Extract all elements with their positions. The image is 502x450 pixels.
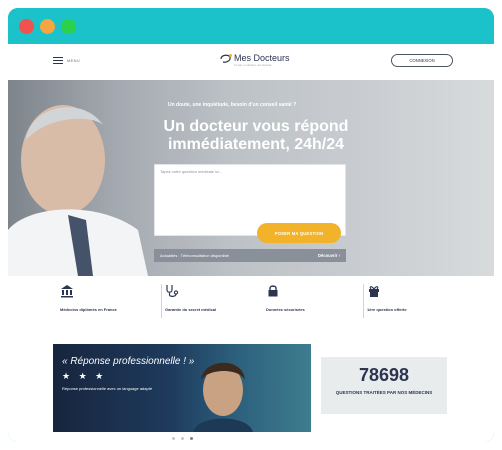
menu-label: MENU (67, 58, 80, 63)
divider (363, 284, 364, 318)
carousel-indicators (172, 437, 193, 440)
question-placeholder: Tapez votre question médicale ici... (160, 169, 223, 174)
lock-icon (268, 285, 278, 297)
testimonial-banner[interactable]: « Réponse professionnelle ! » ★ ★ ★ Répo… (53, 344, 311, 432)
gift-icon (369, 286, 379, 297)
hamburger-icon (53, 57, 63, 64)
divider (161, 284, 162, 318)
hero-question: Un doute, une inquiétude, besoin d'un co… (168, 102, 297, 108)
maximize-window-button[interactable] (61, 19, 76, 34)
carousel-dot-active[interactable] (190, 437, 193, 440)
bank-icon (61, 285, 73, 298)
feature-label: 1ère question offerte (367, 307, 407, 312)
site-logo[interactable]: Mes Docteurs Un site, un docteur, une ré… (218, 53, 290, 67)
news-bar: Actualités : Téléconsultation disponible… (154, 249, 346, 262)
questions-label: QUESTIONS TRAITÉES PAR NOS MÉDECINS (335, 390, 433, 395)
window-titlebar (8, 8, 494, 44)
minimize-window-button[interactable] (40, 19, 55, 34)
testimonial-title: « Réponse professionnelle ! » (62, 356, 195, 367)
feature-label: Garantie du secret médical (165, 307, 217, 312)
rating-stars: ★ ★ ★ (62, 371, 107, 381)
browser-window: MENU Mes Docteurs Un site, un docteur, u… (8, 8, 494, 442)
news-label: Actualités : Téléconsultation disponible (160, 253, 229, 258)
logo-tagline: Un site, un docteur, une réponse (234, 64, 272, 67)
hero-section: Un doute, une inquiétude, besoin d'un co… (8, 80, 494, 276)
carousel-dot[interactable] (172, 437, 175, 440)
features-row: Médecins diplômés en France Garantie du … (8, 284, 494, 320)
stethoscope-icon (166, 285, 179, 297)
ask-question-button[interactable]: POSER MA QUESTION (257, 223, 341, 243)
logo-icon (220, 54, 232, 63)
menu-button[interactable]: MENU (53, 57, 80, 64)
hero-title: Un docteur vous répond immédiatement, 24… (163, 118, 349, 153)
feature-label: Médecins diplômés en France (60, 307, 117, 312)
top-navigation: MENU Mes Docteurs Un site, un docteur, u… (8, 44, 494, 80)
questions-count: 78698 (358, 365, 410, 385)
feature-label: Données sécurisées (266, 307, 305, 312)
logo-text: Mes Docteurs (234, 53, 290, 63)
carousel-dot[interactable] (181, 437, 184, 440)
close-window-button[interactable] (19, 19, 34, 34)
connexion-button[interactable]: CONNEXION (391, 54, 453, 67)
stats-box: 78698 QUESTIONS TRAITÉES PAR NOS MÉDECIN… (321, 357, 447, 414)
discover-link[interactable]: Découvrir › (318, 253, 340, 258)
testimonial-subtitle: Réponse professionnelle avec un language… (62, 386, 153, 391)
web-page: MENU Mes Docteurs Un site, un docteur, u… (8, 44, 494, 442)
